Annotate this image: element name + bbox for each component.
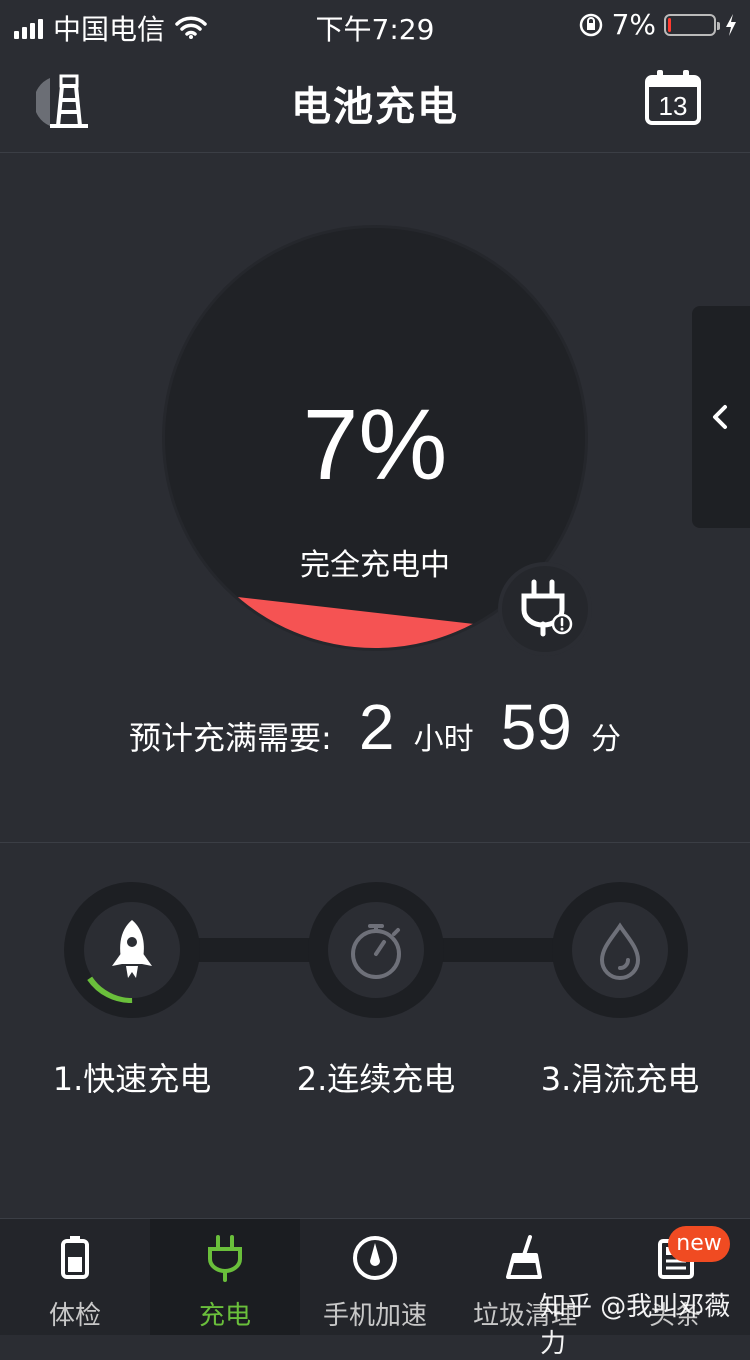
step-continuous-charge[interactable] [308, 882, 444, 1018]
tab-label: 手机加速 [322, 1301, 427, 1331]
step-label-trickle: 3.涓流充电 [540, 1060, 700, 1098]
tab-charging[interactable]: 充电 [150, 1219, 300, 1335]
new-badge: new [668, 1226, 730, 1262]
plug-warning-icon [521, 579, 573, 637]
chevron-left-icon [713, 405, 727, 429]
plug-icon [208, 1235, 242, 1282]
speedometer-icon [353, 1236, 397, 1280]
tab-speed-up[interactable]: 手机加速 [300, 1219, 450, 1335]
rocket-icon [112, 920, 152, 978]
tab-label: 体检 [48, 1301, 101, 1331]
stopwatch-icon [351, 924, 401, 979]
section-divider [0, 842, 750, 843]
broom-icon [506, 1235, 542, 1279]
status-bar: 中国电信 下午7:29 7% [0, 0, 750, 52]
estimate-minutes-unit: 分 [590, 722, 621, 757]
step-trickle-charge[interactable] [552, 882, 688, 1018]
estimate-hours: 2 [358, 691, 395, 763]
step-label-continuous: 2.连续充电 [296, 1060, 456, 1098]
estimate-label: 预计充满需要: [129, 719, 332, 757]
app-header: 电池充电 13 [0, 52, 750, 153]
battery-icon [61, 1236, 89, 1279]
battery-percent: 7% [611, 8, 656, 41]
tab-label: 充电 [198, 1301, 251, 1331]
tab-checkup[interactable]: 体检 [0, 1219, 150, 1335]
calendar-day: 13 [659, 91, 688, 121]
page-title: 电池充电 [291, 84, 459, 130]
charging-bolt-icon [726, 13, 736, 36]
side-panel-toggle[interactable] [692, 306, 750, 528]
step-label-fast: 1.快速充电 [52, 1060, 212, 1098]
watermark: 知乎 @我叫邓薇力 [540, 1292, 731, 1359]
charge-time-estimate: 预计充满需要: 2 小时 59 分 [0, 690, 750, 764]
estimate-hours-unit: 小时 [413, 722, 474, 757]
charging-status-text: 完全充电中 [300, 548, 450, 583]
calendar-icon[interactable]: 13 [644, 68, 702, 126]
estimate-minutes: 59 [500, 691, 572, 763]
battery-status-icon [664, 13, 720, 36]
water-drop-icon [599, 922, 641, 980]
step-fast-charge[interactable] [64, 882, 200, 1018]
charger-warning-button[interactable] [498, 562, 592, 656]
battery-percent-display: 7% [302, 389, 448, 501]
rotation-lock-icon [579, 13, 602, 36]
